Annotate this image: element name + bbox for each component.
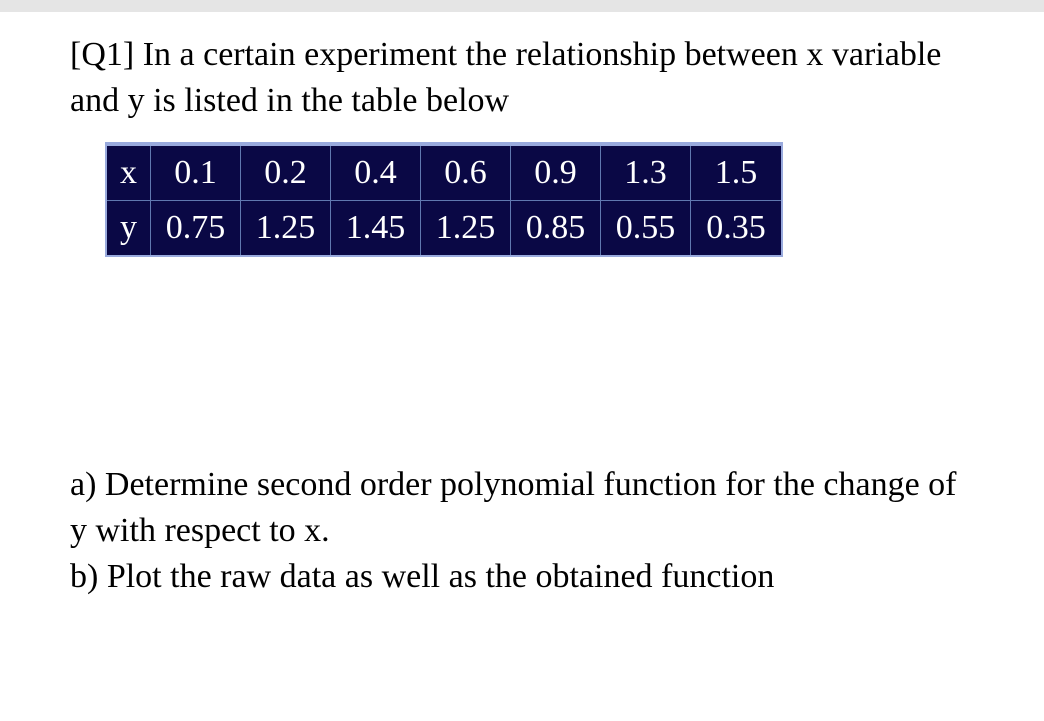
top-gray-bar <box>0 0 1044 12</box>
cell-y-5: 0.55 <box>601 201 691 255</box>
cell-y-0: 0.75 <box>151 201 241 255</box>
row-label-x: x <box>107 146 151 201</box>
cell-x-3: 0.6 <box>421 146 511 201</box>
cell-y-1: 1.25 <box>241 201 331 255</box>
document-content: [Q1] In a certain experiment the relatio… <box>0 12 1044 599</box>
data-table-wrap: x 0.1 0.2 0.4 0.6 0.9 1.3 1.5 y 0.75 1.2… <box>105 142 783 257</box>
question-part-a: a) Determine second order polynomial fun… <box>70 462 974 554</box>
cell-x-6: 1.5 <box>691 146 781 201</box>
cell-x-4: 0.9 <box>511 146 601 201</box>
vertical-spacer <box>70 262 974 462</box>
cell-x-0: 0.1 <box>151 146 241 201</box>
cell-x-2: 0.4 <box>331 146 421 201</box>
cell-x-5: 1.3 <box>601 146 691 201</box>
table-row: x 0.1 0.2 0.4 0.6 0.9 1.3 1.5 <box>107 146 781 201</box>
cell-y-2: 1.45 <box>331 201 421 255</box>
data-table: x 0.1 0.2 0.4 0.6 0.9 1.3 1.5 y 0.75 1.2… <box>105 142 783 257</box>
question-part-b: b) Plot the raw data as well as the obta… <box>70 554 974 600</box>
cell-y-6: 0.35 <box>691 201 781 255</box>
row-label-y: y <box>107 201 151 255</box>
cell-y-3: 1.25 <box>421 201 511 255</box>
table-row: y 0.75 1.25 1.45 1.25 0.85 0.55 0.35 <box>107 201 781 255</box>
cell-x-1: 0.2 <box>241 146 331 201</box>
cell-y-4: 0.85 <box>511 201 601 255</box>
question-intro: [Q1] In a certain experiment the relatio… <box>70 32 974 124</box>
